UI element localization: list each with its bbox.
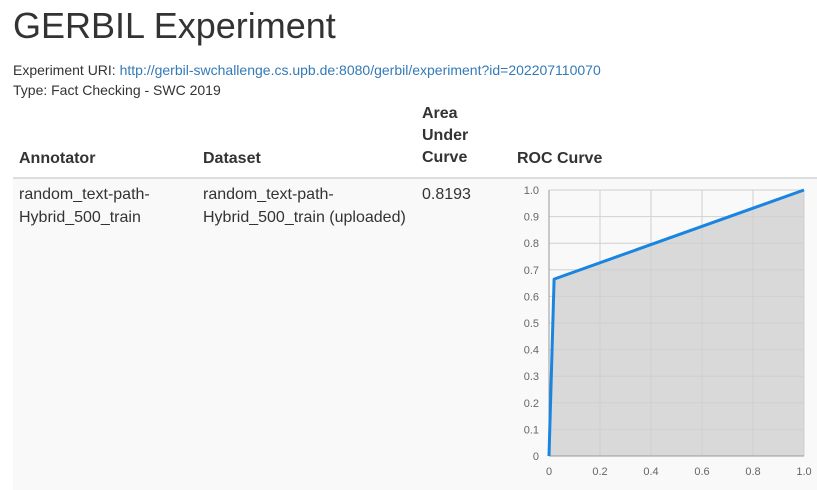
roc-curve-chart: 0 0.2 0.4 0.6 0.8 1.0 0 0.1 0.2 0.3 0.4 0.5 0.6 0.7 0.… — [524, 185, 812, 478]
y-tick-label: 0.8 — [524, 238, 539, 250]
x-tick-label: 0.8 — [745, 466, 760, 478]
x-tick-label: 0.4 — [643, 466, 658, 478]
experiment-meta: Experiment URI: http://gerbil-swchalleng… — [13, 60, 601, 100]
column-header-annotator: Annotator — [19, 150, 96, 167]
column-header-roc: ROC Curve — [517, 150, 603, 167]
column-header-dataset: Dataset — [203, 150, 261, 167]
experiment-uri-link[interactable]: http://gerbil-swchallenge.cs.upb.de:8080… — [120, 62, 601, 78]
y-tick-label: 1.0 — [524, 185, 539, 197]
x-tick-label: 0.2 — [592, 466, 607, 478]
x-tick-label: 0 — [546, 466, 552, 478]
y-tick-label: 0.3 — [524, 371, 539, 383]
x-tick-label: 0.6 — [694, 466, 709, 478]
y-tick-label: 0.2 — [524, 398, 539, 410]
page-title: GERBIL Experiment — [13, 5, 336, 46]
y-tick-label: 0.4 — [524, 345, 539, 357]
experiment-page: GERBIL Experiment Experiment URI: http:/… — [0, 0, 817, 490]
column-header-auc: Area Under Curve — [422, 105, 469, 166]
experiment-uri-line: Experiment URI: http://gerbil-swchalleng… — [13, 60, 601, 80]
cell-auc: 0.8193 — [422, 186, 471, 203]
y-tick-label: 0.6 — [524, 291, 539, 303]
y-tick-label: 0.5 — [524, 318, 539, 330]
y-tick-label: 0.9 — [524, 212, 539, 224]
y-tick-label: 0 — [533, 451, 539, 463]
experiment-uri-label: Experiment URI: — [13, 62, 116, 78]
cell-annotator: random_text-path-Hybrid_500_train — [19, 186, 150, 226]
x-tick-label: 1.0 — [796, 466, 811, 478]
y-tick-label: 0.1 — [524, 424, 539, 436]
y-tick-label: 0.7 — [524, 265, 539, 277]
experiment-type: Type: Fact Checking - SWC 2019 — [13, 82, 221, 98]
cell-dataset: random_text-path-Hybrid_500_train (uploa… — [203, 186, 406, 226]
